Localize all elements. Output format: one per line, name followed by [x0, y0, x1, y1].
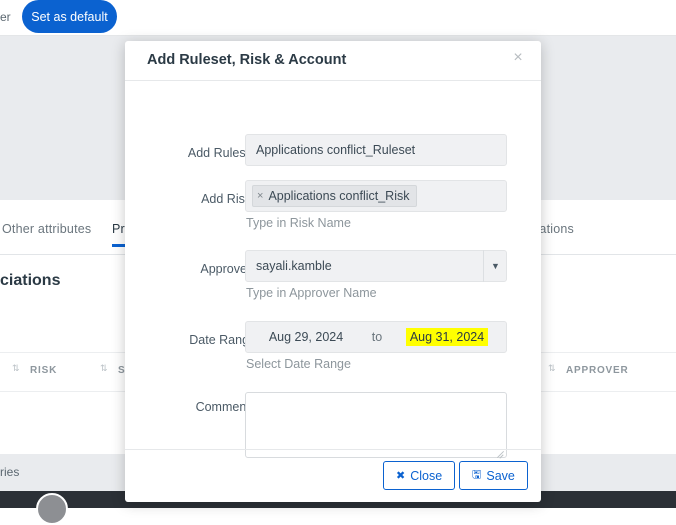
label-add-risk-text: Add Risk	[201, 192, 252, 206]
avatar[interactable]	[36, 493, 68, 525]
table-header-approver: APPROVER	[566, 365, 629, 376]
approver-value: sayali.kamble	[256, 259, 332, 273]
dialog-header: Add Ruleset, Risk & Account ×	[125, 41, 541, 81]
dialog-footer: ✖ Close 🖫 Save	[125, 449, 541, 502]
background-section-title: ciations	[0, 272, 61, 289]
sort-icon[interactable]: ⇅	[548, 364, 556, 373]
date-range-input[interactable]: Aug 29, 2024 to Aug 31, 2024	[245, 321, 507, 353]
label-approver-text: Approver	[200, 262, 252, 276]
save-button-label: Save	[486, 468, 515, 483]
sort-icon[interactable]: ⇅	[100, 364, 108, 373]
save-disk-icon: 🖫	[472, 469, 482, 481]
close-x-icon: ✖	[396, 470, 406, 482]
close-button[interactable]: ✖ Close	[383, 461, 456, 490]
risk-tag[interactable]: × Applications conflict_Risk	[252, 185, 418, 207]
close-button-label: Close	[410, 468, 443, 483]
risk-tag-label: Applications conflict_Risk	[268, 189, 410, 203]
save-button[interactable]: 🖫 Save	[459, 461, 528, 490]
tab-provisioning[interactable]: Pr	[112, 222, 125, 247]
add-ruleset-risk-account-dialog: Add Ruleset, Risk & Account × Add Rulese…	[125, 41, 541, 502]
add-ruleset-value: Applications conflict_Ruleset	[256, 143, 416, 157]
date-range-end[interactable]: Aug 31, 2024	[388, 328, 506, 346]
background-entries-text: ries	[0, 465, 20, 479]
add-ruleset-input[interactable]: Applications conflict_Ruleset	[245, 134, 507, 166]
helper-add-risk: Type in Risk Name	[246, 216, 351, 230]
dialog-title: Add Ruleset, Risk & Account	[147, 52, 347, 68]
date-range-start[interactable]: Aug 29, 2024	[246, 330, 366, 344]
approver-select[interactable]: sayali.kamble	[245, 250, 507, 282]
dialog-body: Add Ruleset Applications conflict_Rulese…	[125, 81, 541, 458]
helper-date-range: Select Date Range	[246, 357, 351, 371]
table-header-risk: RISK	[30, 365, 58, 376]
sort-icon[interactable]: ⇅	[12, 364, 20, 373]
background-topbar-label: er	[0, 10, 11, 24]
remove-tag-icon[interactable]: ×	[257, 190, 263, 202]
close-icon[interactable]: ×	[509, 49, 527, 67]
date-range-separator: to	[371, 330, 383, 344]
chevron-down-icon[interactable]: ▼	[483, 250, 507, 282]
set-as-default-button[interactable]: Set as default	[22, 0, 117, 33]
add-risk-input[interactable]: × Applications conflict_Risk	[245, 180, 507, 212]
tab-other-attributes[interactable]: Other attributes	[2, 222, 91, 236]
date-range-end-value: Aug 31, 2024	[405, 328, 489, 346]
helper-approver: Type in Approver Name	[246, 286, 377, 300]
